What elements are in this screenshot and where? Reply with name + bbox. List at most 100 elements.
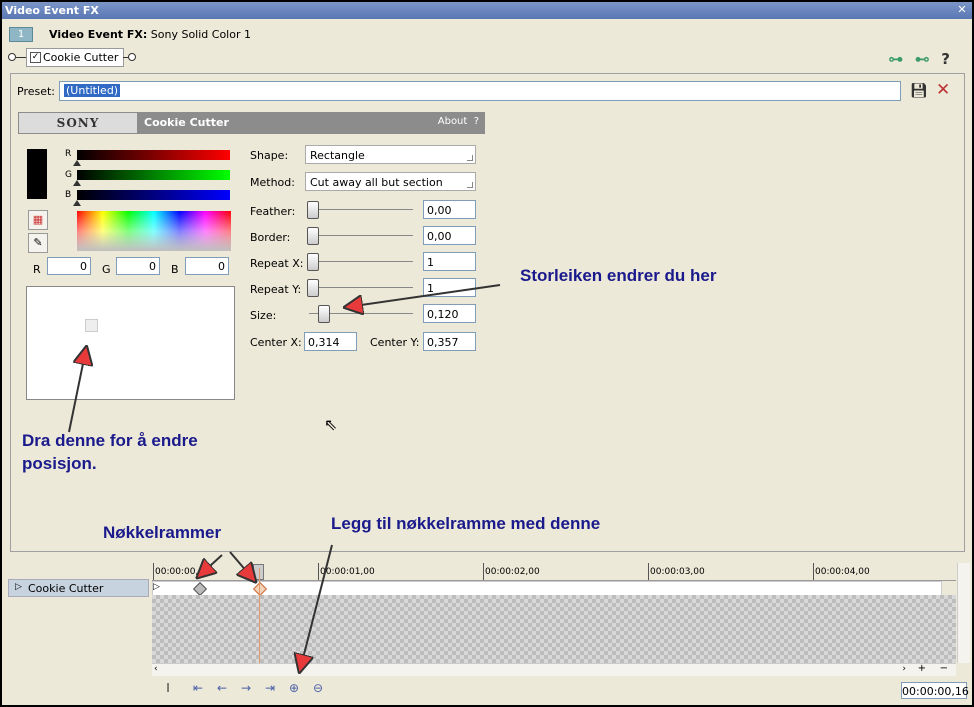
border-label: Border: [250,231,291,244]
keyframes-annotation: Nøkkelrammer [103,523,222,542]
feather-slider[interactable] [309,209,413,210]
r-value-input[interactable]: 0 [47,257,91,275]
r-slider[interactable] [77,150,230,160]
shape-dropdown[interactable]: Rectangle [305,145,476,164]
help-icon[interactable]: ? [941,50,950,68]
ruler-tick-label: 00:00:00,00 [155,567,210,577]
plugin-chain-icon[interactable]: ⊶ [888,50,903,68]
current-time-display[interactable]: 00:00:00,16 [901,682,969,699]
g-slider[interactable] [77,170,230,180]
event-title: Video Event FX: Sony Solid Color 1 [49,28,251,41]
eyedropper-icon[interactable]: ✎ [28,233,48,253]
mouse-cursor-icon: ⇖ [324,415,338,434]
about-help-icon[interactable]: ? [474,116,479,127]
g-slider-thumb[interactable] [73,180,81,186]
feather-input[interactable]: 0,00 [423,200,476,219]
plugin-name-label: Cookie Cutter [144,116,229,129]
last-keyframe-icon[interactable]: ⇥ [262,680,278,696]
delete-preset-icon[interactable]: ✕ [936,80,950,100]
method-dropdown[interactable]: Cut away all but section [305,172,476,191]
size-slider-thumb[interactable] [318,305,330,323]
border-slider[interactable] [309,235,413,236]
chain-end-icon [128,53,136,61]
chain-start-icon [8,53,16,61]
b-slider-thumb[interactable] [73,200,81,206]
zoom-in-icon[interactable]: + [918,663,926,674]
preset-label: Preset: [17,85,56,98]
b-slider-label: B [65,190,72,200]
repeaty-label: Repeat Y: [250,283,302,296]
b-value-input[interactable]: 0 [185,257,229,275]
timeline-ruler[interactable]: 00:00:00,00 00:00:01,00 00:00:02,00 00:0… [152,563,956,581]
expand-track-icon[interactable]: ▷ [15,582,22,592]
repeaty-input[interactable]: 1 [423,278,476,297]
scroll-left-icon[interactable]: ‹ [154,664,158,674]
color-spectrum-shade [77,211,231,251]
centerx-input[interactable]: 0,314 [304,332,357,351]
b-slider[interactable] [77,190,230,200]
g-value-input[interactable]: 0 [116,257,160,275]
save-preset-icon[interactable]: 💾︎ [910,83,928,99]
centery-label: Center Y: [370,336,420,349]
next-keyframe-icon[interactable]: → [238,680,254,696]
repeatx-input[interactable]: 1 [423,252,476,271]
vertical-scrollbar[interactable] [957,563,970,663]
r-slider-thumb[interactable] [73,160,81,166]
sony-logo: SONY [19,113,137,133]
centery-input[interactable]: 0,357 [423,332,476,351]
scroll-right-icon[interactable]: › [902,664,906,674]
ruler-tick-label: 00:00:01,00 [320,567,375,577]
about-link[interactable]: About ? [438,116,479,127]
event-title-value: Sony Solid Color 1 [150,28,251,41]
drag-annotation-line1: Dra denne for å endre [22,431,198,450]
zoom-out-icon[interactable]: − [940,663,948,674]
repeatx-slider-thumb[interactable] [307,253,319,271]
plugin-chain-item[interactable]: ✓ Cookie Cutter [26,48,124,67]
video-event-fx-window: Video Event FX ✕ 1 Video Event FX: Sony … [0,0,974,707]
repeaty-slider[interactable] [309,287,413,288]
prev-keyframe-icon[interactable]: ← [214,680,230,696]
plugin-enable-checkbox[interactable]: ✓ [30,52,41,63]
b-label: B [171,263,179,276]
repeatx-slider[interactable] [309,261,413,262]
title-bar: Video Event FX ✕ [2,2,972,19]
lock-icon[interactable]: I [160,680,176,696]
drag-annotation-line2: posisjon. [22,454,97,473]
keyframe-start-icon: ▷ [153,582,160,592]
position-preview[interactable] [26,286,235,400]
ruler-tick-label: 00:00:03,00 [650,567,705,577]
delete-keyframe-icon[interactable]: ⊖ [310,680,326,696]
border-input[interactable]: 0,00 [423,226,476,245]
repeaty-slider-thumb[interactable] [307,279,319,297]
keyframe-track-area[interactable] [152,595,956,663]
plugin-panel: Preset: (Untitled) 💾︎ ✕ SONY Cookie Cutt… [10,73,965,552]
horizontal-scrollbar[interactable]: ‹ › + − [152,663,956,676]
color-swatch[interactable] [27,149,47,199]
cutter-position-handle[interactable] [85,319,98,332]
size-input[interactable]: 0,120 [423,304,476,323]
close-icon[interactable]: ✕ [956,4,968,16]
shape-label: Shape: [250,149,289,162]
preset-value: (Untitled) [64,84,121,97]
timeline-cursor [259,568,260,663]
color-palette-icon[interactable]: ▦ [28,210,48,230]
first-keyframe-icon[interactable]: ⇤ [190,680,206,696]
event-tab-button[interactable]: 1 [9,27,33,42]
about-label[interactable]: About [438,116,468,127]
r-slider-label: R [65,149,72,159]
preset-input[interactable]: (Untitled) [59,81,901,101]
ruler-tick-label: 00:00:02,00 [485,567,540,577]
feather-slider-thumb[interactable] [307,201,319,219]
size-label: Size: [250,309,277,322]
event-title-label: Video Event FX: [49,28,148,41]
track-name-label: Cookie Cutter [28,582,104,595]
add-keyframe-icon[interactable]: ⊕ [286,680,302,696]
border-slider-thumb[interactable] [307,227,319,245]
feather-label: Feather: [250,205,296,218]
plugin-chain-label: Cookie Cutter [43,51,119,64]
size-annotation: Storleiken endrer du her [520,266,717,285]
remove-plugin-icon[interactable]: ⊷ [915,50,930,68]
timeline-track-header[interactable]: ▷ Cookie Cutter [8,579,149,597]
g-label: G [102,263,111,276]
g-slider-label: G [65,170,72,180]
